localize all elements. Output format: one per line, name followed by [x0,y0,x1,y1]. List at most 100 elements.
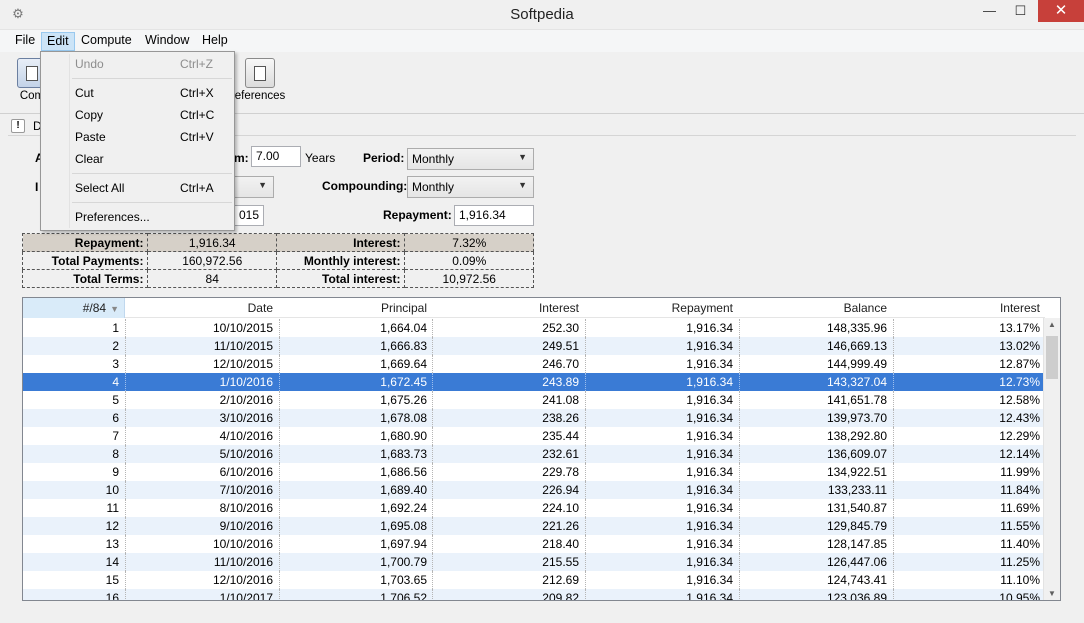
cell-principal: 1,700.79 [380,555,427,569]
column-header-repayment[interactable]: Repayment [585,301,733,315]
cell-index: 7 [112,429,119,443]
maximize-button[interactable]: ☐ [1006,0,1035,22]
menu-window[interactable]: Window [140,32,194,51]
table-row[interactable]: 1 10/10/2015 1,664.04 252.30 1,916.34 148,335… [23,319,1045,337]
table-row[interactable]: 8 5/10/2016 1,683.73 232.61 1,916.34 136,609.… [23,445,1045,463]
period-select[interactable]: Monthly ▼ [407,148,534,170]
term-input[interactable]: 7.00 [251,146,301,167]
cell-interest-rate: 11.69% [1000,501,1040,515]
menu-file[interactable]: File [10,32,40,51]
cell-index: 8 [112,447,119,461]
menu-item-label: Undo [75,57,104,71]
table-row[interactable]: 7 4/10/2016 1,680.90 235.44 1,916.34 138,292.… [23,427,1045,445]
cell-interest-rate: 11.40% [1000,537,1040,551]
cell-balance: 139,973.70 [826,411,887,425]
cell-interest-rate: 11.25% [1000,555,1040,569]
cell-interest: 215.55 [542,555,579,569]
cell-date: 3/10/2016 [219,411,273,425]
table-row[interactable]: 4 1/10/2016 1,672.45 243.89 1,916.34 143,327.… [23,373,1045,391]
repayment-label: Repayment: [383,208,452,222]
scroll-down-icon[interactable]: ▼ [1048,589,1056,598]
column-header-index[interactable]: #/84 ▼ [23,301,119,315]
table-row[interactable]: 15 12/10/2016 1,703.65 212.69 1,916.34 124,74… [23,571,1045,589]
column-header-interest-rate[interactable]: Interest [893,301,1040,315]
cell-principal: 1,683.73 [380,447,427,461]
table-row[interactable]: 5 2/10/2016 1,675.26 241.08 1,916.34 141,651.… [23,391,1045,409]
table-row[interactable]: 11 8/10/2016 1,692.24 224.10 1,916.34 131,540… [23,499,1045,517]
cell-repayment: 1,916.34 [686,465,733,479]
cell-principal: 1,686.56 [380,465,427,479]
menu-separator [72,78,232,79]
menu-edit[interactable]: Edit [41,32,75,51]
menu-item-select-all[interactable]: Select All Ctrl+A [42,178,233,198]
menu-bar: File Edit Compute Window Help [0,30,1084,52]
cell-balance: 123,036.89 [826,591,887,601]
minimize-button[interactable]: — [975,0,1004,22]
start-date-input[interactable]: 015 [234,205,264,226]
cell-repayment: 1,916.34 [686,411,733,425]
menu-item-shortcut: Ctrl+C [180,108,215,122]
amortization-grid[interactable]: #/84 ▼ Date Principal Interest Repayment … [22,297,1061,601]
summary-key: Repayment: [21,233,149,252]
scroll-up-icon[interactable]: ▲ [1048,320,1056,329]
menu-item-shortcut: Ctrl+X [180,86,214,100]
table-row[interactable]: 10 7/10/2016 1,689.40 226.94 1,916.34 133,233… [23,481,1045,499]
interest-type-select[interactable]: ▼ [234,176,274,198]
table-row[interactable]: 12 9/10/2016 1,695.08 221.26 1,916.34 129,845… [23,517,1045,535]
cell-repayment: 1,916.34 [686,573,733,587]
table-row[interactable]: 6 3/10/2016 1,678.08 238.26 1,916.34 139,973.… [23,409,1045,427]
table-row[interactable]: 3 12/10/2015 1,669.64 246.70 1,916.34 144,999… [23,355,1045,373]
cell-balance: 144,999.49 [826,357,887,371]
repayment-input[interactable]: 1,916.34 [454,205,534,226]
grid-header: #/84 ▼ Date Principal Interest Repayment … [23,298,1045,318]
menu-item-copy[interactable]: Copy Ctrl+C [42,105,233,125]
cell-repayment: 1,916.34 [686,321,733,335]
scroll-thumb[interactable] [1046,336,1058,379]
cell-date: 10/10/2015 [212,321,273,335]
cell-index: 9 [112,465,119,479]
cell-interest: 241.08 [542,393,579,407]
cell-repayment: 1,916.34 [686,375,733,389]
menu-item-cut[interactable]: Cut Ctrl+X [42,83,233,103]
column-header-principal[interactable]: Principal [279,301,427,315]
table-row[interactable]: 9 6/10/2016 1,686.56 229.78 1,916.34 134,922.… [23,463,1045,481]
menu-item-shortcut: Ctrl+A [180,181,214,195]
cell-principal: 1,689.40 [380,483,427,497]
table-row[interactable]: 2 11/10/2015 1,666.83 249.51 1,916.34 146,669… [23,337,1045,355]
cell-index: 10 [105,483,119,497]
column-header-date[interactable]: Date [125,301,273,315]
menu-item-label: Preferences... [75,210,150,224]
summary-row: Total Terms: 84 Total interest: 10,972.5… [21,269,534,288]
cell-repayment: 1,916.34 [686,357,733,371]
cell-principal: 1,664.04 [380,321,427,335]
menu-item-label: Paste [75,130,106,144]
vertical-scrollbar[interactable]: ▲ ▼ [1043,318,1060,600]
table-row[interactable]: 16 1/10/2017 1,706.52 209.82 1,916.34 123,036… [23,589,1045,601]
table-row[interactable]: 14 11/10/2016 1,700.79 215.55 1,916.34 126,44… [23,553,1045,571]
cell-principal: 1,697.94 [380,537,427,551]
summary-value: 0.09% [404,251,534,270]
cell-principal: 1,669.64 [380,357,427,371]
summary-value: 84 [147,269,277,288]
compounding-select[interactable]: Monthly ▼ [407,176,534,198]
cell-interest: 249.51 [542,339,579,353]
menu-item-paste[interactable]: Paste Ctrl+V [42,127,233,147]
column-header-balance[interactable]: Balance [739,301,887,315]
menu-item-undo[interactable]: Undo Ctrl+Z [42,54,233,74]
cell-repayment: 1,916.34 [686,483,733,497]
cell-interest-rate: 11.55% [1000,519,1040,533]
preferences-button[interactable]: eferences [230,58,290,108]
cell-interest-rate: 11.84% [1000,483,1040,497]
close-button[interactable]: ✕ [1038,0,1084,22]
cell-interest: 238.26 [542,411,579,425]
menu-help[interactable]: Help [197,32,233,51]
menu-item-preferences[interactable]: Preferences... [42,207,233,227]
cell-repayment: 1,916.34 [686,501,733,515]
cell-interest: 235.44 [542,429,579,443]
table-row[interactable]: 13 10/10/2016 1,697.94 218.40 1,916.34 128,14… [23,535,1045,553]
cell-interest-rate: 13.02% [999,339,1040,353]
menu-item-clear[interactable]: Clear [42,149,233,169]
menu-compute[interactable]: Compute [76,32,137,51]
compounding-value: Monthly [412,180,455,194]
column-header-interest[interactable]: Interest [432,301,579,315]
